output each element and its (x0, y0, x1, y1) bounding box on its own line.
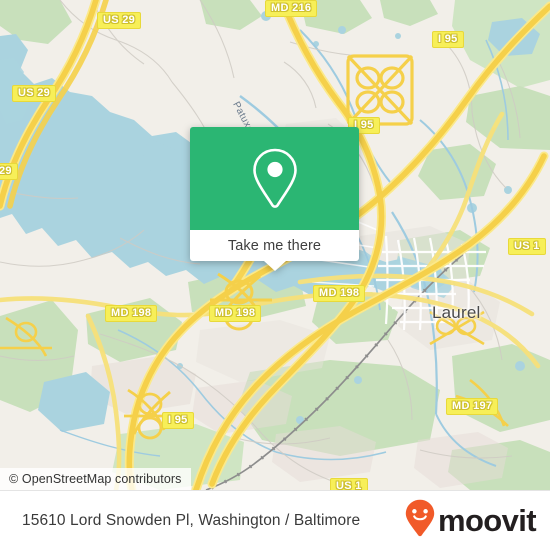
shield-us-29-north[interactable]: US 29 (97, 12, 142, 29)
shield-md-198-west[interactable]: MD 198 (105, 305, 158, 322)
place-label-laurel: Laurel (432, 303, 481, 322)
destination-popup-card[interactable]: Take me there (190, 127, 359, 271)
moovit-map-screen: .land { fill:#f2efe9; } .park { fill:#cf… (0, 0, 550, 550)
popup-pointer-tail (263, 261, 286, 271)
footer-bar: 15610 Lord Snowden Pl, Washington / Balt… (0, 490, 550, 550)
moovit-wordmark: moovit (437, 503, 537, 538)
popup-action-bar[interactable]: Take me there (190, 230, 359, 261)
address-label: 15610 Lord Snowden Pl, Washington / Balt… (22, 511, 361, 529)
shield-i-95-south[interactable]: I 95 (162, 412, 194, 429)
map-canvas[interactable]: .land { fill:#f2efe9; } .park { fill:#cf… (0, 0, 550, 490)
osm-attribution[interactable]: © OpenStreetMap contributors (0, 468, 191, 490)
moovit-pin-smile-icon (405, 499, 435, 542)
shield-i-95-north[interactable]: I 95 (432, 31, 464, 48)
map-pin-icon (250, 147, 300, 210)
shield-us-1-south[interactable]: US 1 (330, 478, 368, 490)
take-me-there-label: Take me there (227, 237, 322, 254)
shield-md-198-center[interactable]: MD 198 (209, 305, 262, 322)
shield-md-197[interactable]: MD 197 (446, 398, 499, 415)
osm-attribution-text: © OpenStreetMap contributors (9, 472, 182, 486)
shield-us-1-east[interactable]: US 1 (508, 238, 546, 255)
shield-md-198-east[interactable]: MD 198 (313, 285, 366, 302)
moovit-logo[interactable]: moovit (405, 499, 537, 542)
shield-us-29-west[interactable]: US 29 (12, 85, 57, 102)
shield-md-216[interactable]: MD 216 (265, 0, 318, 17)
shield-us-29-edge[interactable]: 29 (0, 163, 18, 180)
popup-image-area (190, 127, 359, 230)
